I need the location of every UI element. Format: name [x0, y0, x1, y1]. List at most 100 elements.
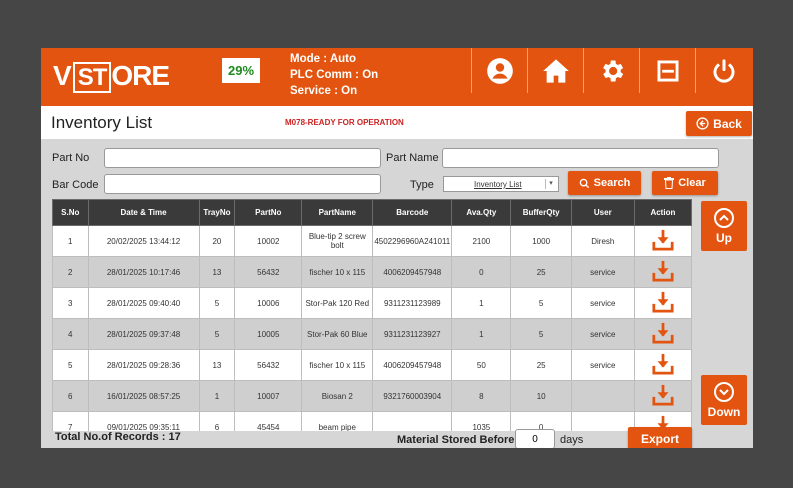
- app-window: V ST ORE 29% Mode : Auto PLC Comm : On Ser…: [41, 48, 753, 448]
- home-button[interactable]: [527, 48, 584, 93]
- column-header: Barcode: [372, 199, 453, 226]
- table-cell: 1: [198, 380, 236, 412]
- service-status: Service : On: [290, 85, 358, 97]
- search-label: Search: [593, 177, 631, 189]
- table-cell: Biosan 2: [301, 380, 374, 412]
- power-icon: [713, 58, 735, 83]
- table-cell: 09/01/2025 09:35:11: [87, 411, 200, 431]
- table-cell: 25: [510, 256, 572, 288]
- table-cell: 10005: [234, 318, 303, 350]
- table-cell: beam pipe: [301, 411, 374, 431]
- table-cell: 5: [510, 318, 572, 350]
- total-records: Total No.of Records : 17: [55, 431, 181, 443]
- table-cell: 1: [52, 225, 89, 257]
- up-button[interactable]: Up: [701, 201, 747, 251]
- trash-icon: [664, 177, 675, 189]
- minimize-button[interactable]: [639, 48, 696, 93]
- chevron-down-icon: ▾: [545, 179, 556, 189]
- type-label: Type: [410, 179, 434, 191]
- download-icon[interactable]: [652, 260, 674, 284]
- search-icon: [579, 178, 589, 188]
- table-row[interactable]: 5 28/01/2025 09:28:36 13 56432 fischer 10 x …: [52, 349, 692, 381]
- table-cell: 56432: [234, 256, 303, 288]
- down-button[interactable]: Down: [701, 375, 747, 425]
- table-cell: fischer 10 x 115: [301, 256, 374, 288]
- table-row[interactable]: 1 20/02/2025 13:44:12 20 10002 Blue-tip 2 sc…: [52, 225, 692, 257]
- table-cell: 2100: [451, 225, 512, 257]
- table-row[interactable]: 4 28/01/2025 09:37:48 5 10005 Stor-Pak 60 Bl…: [52, 318, 692, 350]
- type-select[interactable]: Inventory List ▾: [443, 176, 559, 192]
- table-cell: 20/02/2025 13:44:12: [87, 225, 200, 257]
- gear-icon: [603, 60, 624, 81]
- table-cell: service: [570, 287, 635, 319]
- clear-button[interactable]: Clear: [652, 171, 718, 195]
- table-cell: Stor-Pak 60 Blue: [301, 318, 374, 350]
- table-cell: 4006209457948: [372, 256, 453, 288]
- mode-status: Mode : Auto: [290, 53, 357, 65]
- table-cell: 1000: [510, 225, 572, 257]
- part-no-input[interactable]: [104, 148, 381, 168]
- days-input[interactable]: [515, 429, 555, 448]
- column-header: Action: [633, 199, 692, 226]
- part-name-input[interactable]: [442, 148, 719, 168]
- table-cell: 25: [510, 349, 572, 381]
- down-label: Down: [707, 404, 741, 419]
- search-button[interactable]: Search: [568, 171, 641, 195]
- back-button[interactable]: Back: [686, 111, 752, 136]
- table-cell: 4502296960A241011: [372, 225, 453, 257]
- back-arrow-icon: [696, 117, 709, 130]
- days-label: days: [560, 434, 584, 446]
- table-cell: Diresh: [570, 225, 635, 257]
- material-stored-label: Material Stored Before: [397, 434, 515, 446]
- table-body: 1 20/02/2025 13:44:12 20 10002 Blue-tip 2 sc…: [52, 225, 692, 431]
- table-row[interactable]: 7 09/01/2025 09:35:11 6 45454 beam pipe 1035 0: [52, 411, 692, 431]
- title-bar: Inventory List M078-READY FOR OPERATION: [41, 106, 753, 139]
- up-label: Up: [716, 230, 732, 245]
- user-button[interactable]: [471, 48, 528, 93]
- table-header-row: S.No Date & Time TrayNo PartNo PartName Barco…: [52, 199, 692, 226]
- export-button[interactable]: Export: [628, 427, 692, 448]
- bar-code-input[interactable]: [104, 174, 381, 194]
- download-icon[interactable]: [652, 229, 674, 253]
- table-cell: [570, 411, 635, 431]
- download-icon[interactable]: [652, 322, 674, 346]
- table-cell: 1: [451, 318, 512, 350]
- table-row[interactable]: 3 28/01/2025 09:40:40 5 10006 Stor-Pak 120 R…: [52, 287, 692, 319]
- table-cell: [372, 411, 453, 431]
- download-icon[interactable]: [652, 384, 674, 408]
- table-cell: 6: [198, 411, 236, 431]
- back-label: Back: [713, 116, 742, 131]
- table-cell: 45454: [234, 411, 303, 431]
- table-cell: 10007: [234, 380, 303, 412]
- up-arrow-icon: [714, 207, 734, 228]
- table-cell: 10006: [234, 287, 303, 319]
- table-cell: 5: [198, 287, 236, 319]
- home-icon: [543, 58, 569, 83]
- settings-button[interactable]: [583, 48, 640, 93]
- table-cell: 28/01/2025 09:40:40: [87, 287, 200, 319]
- table-cell: 13: [198, 349, 236, 381]
- table-cell: [570, 380, 635, 412]
- table-cell: 5: [198, 318, 236, 350]
- table-cell: 1: [451, 287, 512, 319]
- table-row[interactable]: 6 16/01/2025 08:57:25 1 10007 Biosan 2 932176…: [52, 380, 692, 412]
- top-bar: V ST ORE 29% Mode : Auto PLC Comm : On Ser…: [41, 48, 753, 106]
- type-select-value: Inventory List: [474, 180, 522, 189]
- table-cell: 4: [52, 318, 89, 350]
- download-icon[interactable]: [652, 291, 674, 315]
- vstore-logo: V ST ORE: [53, 60, 170, 93]
- power-button[interactable]: [695, 48, 752, 93]
- download-icon[interactable]: [652, 353, 674, 377]
- column-header: TrayNo: [198, 199, 236, 226]
- table-cell: 1035: [451, 411, 512, 431]
- table-cell: 9311231123927: [372, 318, 453, 350]
- table-cell: 20: [198, 225, 236, 257]
- table-row[interactable]: 2 28/01/2025 10:17:46 13 56432 fischer 10 x …: [52, 256, 692, 288]
- table-cell: fischer 10 x 115: [301, 349, 374, 381]
- action-cell: [633, 287, 692, 319]
- column-header: BufferQty: [510, 199, 572, 226]
- action-cell: [633, 256, 692, 288]
- down-arrow-icon: [714, 381, 734, 402]
- action-cell: [633, 349, 692, 381]
- table-cell: 28/01/2025 09:37:48: [87, 318, 200, 350]
